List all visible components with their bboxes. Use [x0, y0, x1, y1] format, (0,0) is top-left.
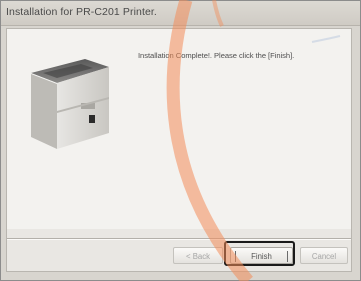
finish-button[interactable]: Finish [230, 247, 293, 264]
finish-button-label: Finish [251, 252, 272, 261]
screenshot-page: Installation for PR-C201 Printer. Instal… [0, 0, 361, 281]
cancel-button[interactable]: Cancel [300, 247, 348, 264]
printer-image [31, 59, 109, 149]
focus-mark-right [287, 251, 288, 262]
title-bar[interactable]: Installation for PR-C201 Printer. [1, 1, 360, 26]
window-title: Installation for PR-C201 Printer. [6, 6, 157, 18]
content-panel: Installation Complete!. Please click the… [7, 29, 351, 229]
dialog-client-area: Installation Complete!. Please click the… [6, 28, 352, 272]
focus-mark-left [235, 251, 236, 262]
installer-window: Installation for PR-C201 Printer. Instal… [0, 0, 361, 281]
completion-message: Installation Complete!. Please click the… [138, 51, 295, 60]
button-separator [7, 238, 351, 240]
back-button[interactable]: < Back [173, 247, 223, 264]
